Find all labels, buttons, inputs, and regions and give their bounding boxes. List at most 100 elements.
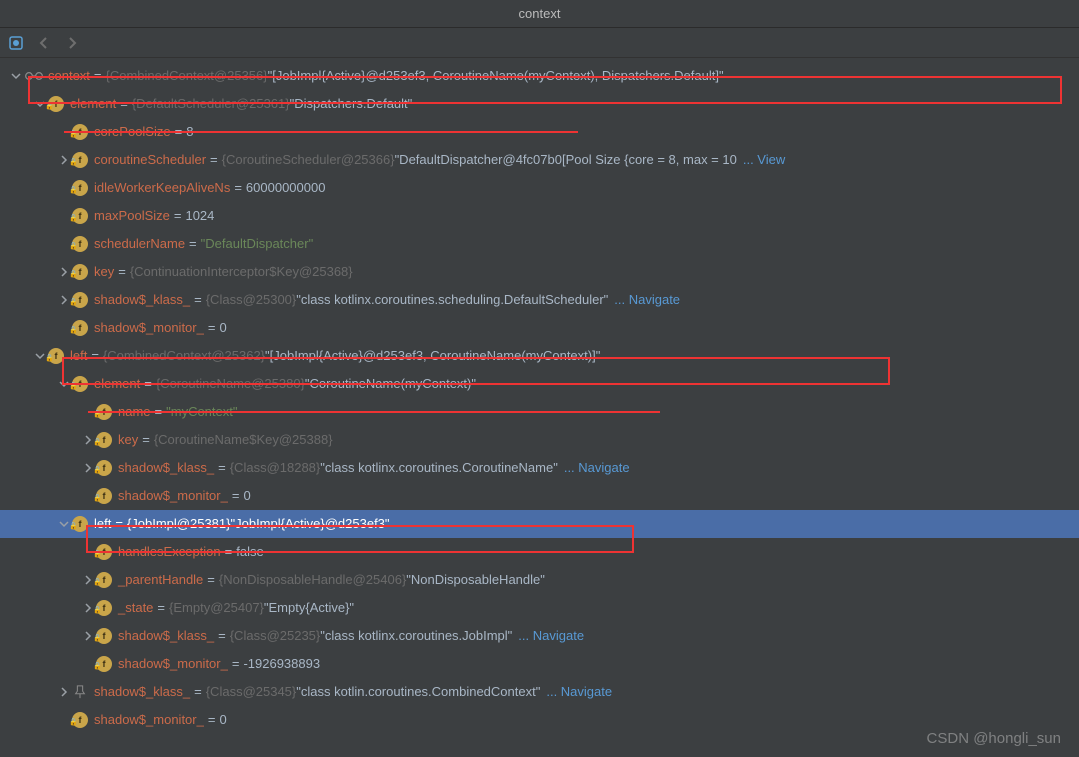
equals: = [207,566,215,594]
tree-row[interactable]: f🔒shadow$_monitor_ = 0 [0,314,1079,342]
back-icon[interactable] [36,35,52,51]
navigate-link[interactable]: ... View [743,146,785,174]
var-value: "class kotlinx.coroutines.CoroutineName" [320,454,558,482]
field-icon: f🔒 [96,544,112,560]
tree-row[interactable]: f🔒shadow$_klass_ = {Class@18288} "class … [0,454,1079,482]
var-name: corePoolSize [94,118,171,146]
var-name: key [94,258,114,286]
field-icon: f🔒 [48,96,64,112]
tree-row[interactable]: f🔒maxPoolSize = 1024 [0,202,1079,230]
var-type: {JobImpl@25381} [127,510,231,538]
tree-row[interactable]: f🔒schedulerName = "DefaultDispatcher" [0,230,1079,258]
field-icon: f🔒 [96,656,112,672]
variable-tree: context = {CombinedContext@25356} "[JobI… [0,58,1079,734]
equals: = [234,174,242,202]
tree-row[interactable]: shadow$_klass_ = {Class@25345} "class ko… [0,678,1079,706]
field-icon: f🔒 [72,516,88,532]
var-name: left [70,342,87,370]
field-icon: f🔒 [72,292,88,308]
field-icon: f🔒 [96,404,112,420]
navigate-link[interactable]: ... Navigate [518,622,584,650]
equals: = [175,118,183,146]
tree-row[interactable]: f🔒left = {CombinedContext@25362} "[JobIm… [0,342,1079,370]
equals: = [194,286,202,314]
var-name: maxPoolSize [94,202,170,230]
equals: = [218,622,226,650]
tree-row[interactable]: f🔒key = {CoroutineName$Key@25388} [0,426,1079,454]
filter-icon[interactable] [8,35,24,51]
var-value: "myContext" [166,398,237,426]
var-name: left [94,510,111,538]
var-value: false [236,538,263,566]
var-value: -1926938893 [243,650,320,678]
var-value: 1024 [185,202,214,230]
var-name: idleWorkerKeepAliveNs [94,174,230,202]
pin-icon [72,684,88,700]
tree-row[interactable]: f🔒handlesException = false [0,538,1079,566]
navigate-link[interactable]: ... Navigate [546,678,612,706]
navigate-link[interactable]: ... Navigate [564,454,630,482]
var-name: shadow$_klass_ [94,678,190,706]
tree-row[interactable]: f🔒idleWorkerKeepAliveNs = 60000000000 [0,174,1079,202]
equals: = [120,90,128,118]
var-name: shadow$_klass_ [94,286,190,314]
var-type: {Class@25235} [230,622,321,650]
field-icon: f🔒 [96,488,112,504]
equals: = [232,650,240,678]
equals: = [210,146,218,174]
var-value: "[JobImpl{Active}@d253ef3, CoroutineName… [265,342,600,370]
var-name: shadow$_monitor_ [118,650,228,678]
tree-row[interactable]: f🔒shadow$_klass_ = {Class@25235} "class … [0,622,1079,650]
var-type: {CombinedContext@25356} [106,62,268,90]
tree-row[interactable]: f🔒element = {DefaultScheduler@25361} "Di… [0,90,1079,118]
tree-row[interactable]: f🔒_parentHandle = {NonDisposableHandle@2… [0,566,1079,594]
tree-row[interactable]: f🔒shadow$_monitor_ = 0 [0,482,1079,510]
equals: = [91,342,99,370]
watch-icon [24,68,44,84]
tree-row[interactable]: f🔒name = "myContext" [0,398,1079,426]
var-value: 60000000000 [246,174,326,202]
var-type: {DefaultScheduler@25361} [132,90,290,118]
var-type: {CoroutineScheduler@25366} [222,146,395,174]
tree-row[interactable]: f🔒element = {CoroutineName@25380} "Corou… [0,370,1079,398]
navigate-link[interactable]: ... Navigate [614,286,680,314]
tree-row[interactable]: f🔒key = {ContinuationInterceptor$Key@253… [0,258,1079,286]
equals: = [232,482,240,510]
tree-row[interactable]: f🔒coroutineScheduler = {CoroutineSchedul… [0,146,1079,174]
toolbar [0,28,1079,58]
equals: = [144,370,152,398]
var-type: {CoroutineName@25380} [156,370,305,398]
field-icon: f🔒 [72,264,88,280]
var-type: {CoroutineName$Key@25388} [154,426,333,454]
equals: = [194,678,202,706]
tree-row[interactable]: context = {CombinedContext@25356} "[JobI… [0,62,1079,90]
equals: = [142,426,150,454]
field-icon: f🔒 [96,572,112,588]
var-name: schedulerName [94,230,185,258]
tree-row[interactable]: f🔒left = {JobImpl@25381} "JobImpl{Active… [0,510,1079,538]
field-icon: f🔒 [72,124,88,140]
var-name: element [70,90,116,118]
tree-row[interactable]: f🔒shadow$_klass_ = {Class@25300} "class … [0,286,1079,314]
window-title: context [519,6,561,21]
forward-icon[interactable] [64,35,80,51]
equals: = [157,594,165,622]
var-value: "class kotlinx.coroutines.scheduling.Def… [296,286,608,314]
tree-row[interactable]: f🔒shadow$_monitor_ = 0 [0,706,1079,734]
field-icon: f🔒 [72,236,88,252]
chevron-down-icon[interactable] [8,71,24,81]
field-icon: f🔒 [96,460,112,476]
tree-row[interactable]: f🔒 shadow$_monitor_ = -1926938893 [0,650,1079,678]
field-icon: f🔒 [48,348,64,364]
window-titlebar: context [0,0,1079,28]
equals: = [118,258,126,286]
equals: = [115,510,123,538]
tree-row[interactable]: f🔒_state = {Empty@25407} "Empty{Active}" [0,594,1079,622]
field-icon: f🔒 [96,432,112,448]
var-name: coroutineScheduler [94,146,206,174]
equals: = [208,314,216,342]
chevron-right-icon[interactable] [56,687,72,697]
equals: = [155,398,163,426]
tree-row[interactable]: f🔒corePoolSize = 8 [0,118,1079,146]
equals: = [208,706,216,734]
